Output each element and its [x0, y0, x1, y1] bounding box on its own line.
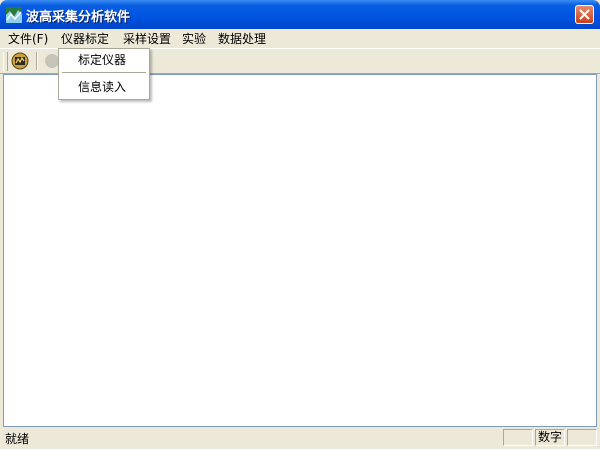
status-pane-1: [503, 429, 533, 446]
menu-sampling-settings[interactable]: 采样设置: [120, 31, 174, 47]
status-bar: 就绪 数字: [0, 427, 600, 449]
menu-item-calibrate-instrument[interactable]: 标定仪器: [59, 50, 149, 70]
window-title: 波高采集分析软件: [26, 10, 131, 25]
app-window: 波高采集分析软件 文件(F) 仪器标定 采样设置 实验 数据处理 标定仪器 信息…: [0, 0, 600, 449]
title-bar[interactable]: 波高采集分析软件: [0, 0, 600, 29]
toolbar-separator: [36, 52, 38, 70]
menu-experiment[interactable]: 实验: [179, 31, 209, 47]
menu-instrument-calibration[interactable]: 仪器标定: [58, 31, 113, 47]
instrument-calibration-dropdown: 标定仪器 信息读入: [58, 48, 150, 100]
instrument-icon: [11, 52, 29, 70]
menu-separator: [62, 72, 146, 73]
toolbar-grip[interactable]: [3, 52, 8, 71]
menu-bar: 文件(F) 仪器标定 采样设置 实验 数据处理: [0, 29, 600, 48]
menu-item-read-info[interactable]: 信息读入: [59, 77, 149, 97]
document-area[interactable]: [3, 74, 597, 427]
menu-file[interactable]: 文件(F): [5, 31, 51, 47]
close-icon: [579, 9, 590, 20]
app-icon: [6, 7, 22, 23]
status-pane-num: 数字: [535, 429, 565, 446]
close-button[interactable]: [575, 5, 594, 24]
status-text: 就绪: [5, 432, 30, 446]
instrument-button[interactable]: [9, 51, 31, 71]
status-pane-3: [567, 429, 597, 446]
menu-data-processing[interactable]: 数据处理: [215, 31, 269, 47]
